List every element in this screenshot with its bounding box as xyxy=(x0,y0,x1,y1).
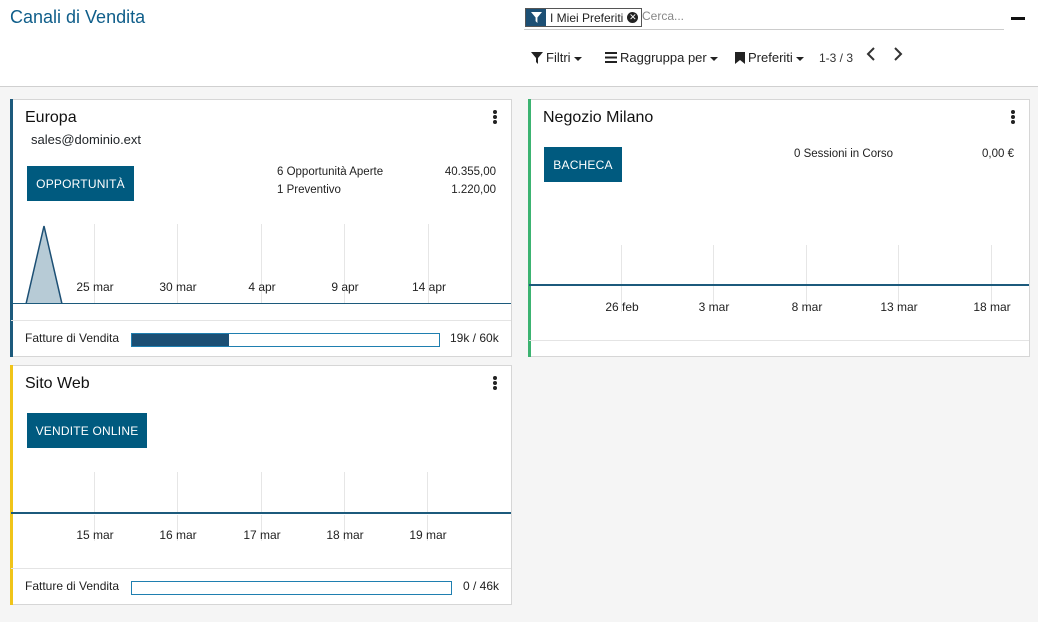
card-negozio-milano: Negozio Milano BACHECA 0 Sessioni in Cor… xyxy=(528,99,1030,357)
card-footer: Fatture di Vendita 19k / 60k xyxy=(11,320,511,357)
filter-icon xyxy=(531,51,543,64)
card-title[interactable]: Sito Web xyxy=(25,375,90,393)
chevron-left-icon xyxy=(866,47,875,61)
graph-baseline xyxy=(11,512,511,514)
caret-down-icon xyxy=(573,56,582,61)
search-facet[interactable]: I Miei Preferiti ✕ xyxy=(525,8,643,27)
sessions-amount: 0,00 € xyxy=(982,148,1014,160)
search-input[interactable] xyxy=(642,9,992,23)
x-tick: 15 mar xyxy=(76,528,114,542)
x-tick: 9 apr xyxy=(331,280,359,294)
x-tick: 19 mar xyxy=(409,528,447,542)
card-menu-icon[interactable] xyxy=(493,376,497,390)
filters-dropdown[interactable]: Filtri xyxy=(531,50,582,65)
open-opportunities-value: 40.355,00 xyxy=(444,166,496,178)
filters-label: Filtri xyxy=(546,50,571,65)
invoices-label[interactable]: Fatture di Vendita xyxy=(25,579,119,593)
invoices-progress-value: 0 / 46k xyxy=(463,579,500,593)
x-tick: 13 mar xyxy=(880,300,918,314)
favorites-dropdown[interactable]: Preferiti xyxy=(735,50,804,65)
page-title: Canali di Vendita xyxy=(10,7,146,27)
online-sales-button[interactable]: VENDITE ONLINE xyxy=(27,413,147,448)
card-footer xyxy=(529,340,1029,357)
x-tick: 18 mar xyxy=(973,300,1011,314)
invoices-progress-bar xyxy=(131,581,452,595)
card-title[interactable]: Europa xyxy=(25,109,77,127)
card-footer: Fatture di Vendita 0 / 46k xyxy=(11,568,511,605)
x-tick: 30 mar xyxy=(159,280,197,294)
card-europa: Europa sales@dominio.ext OPPORTUNITÀ 6 O… xyxy=(10,99,512,357)
favorites-label: Preferiti xyxy=(748,50,793,65)
caret-down-icon xyxy=(709,56,718,61)
opportunities-button[interactable]: OPPORTUNITÀ xyxy=(27,166,134,201)
card-title[interactable]: Negozio Milano xyxy=(543,109,653,127)
card-graph[interactable] xyxy=(529,245,1029,287)
groupby-dropdown[interactable]: Raggruppa per xyxy=(605,50,718,65)
bookmark-icon xyxy=(735,51,745,64)
caret-down-icon xyxy=(795,56,804,61)
bars-icon xyxy=(605,52,617,63)
card-graph[interactable] xyxy=(11,472,511,514)
x-tick: 18 mar xyxy=(326,528,364,542)
invoices-progress-bar xyxy=(131,333,440,347)
pager-value[interactable]: 1-3 / 3 xyxy=(819,51,853,65)
quotations-value: 1.220,00 xyxy=(451,184,496,196)
x-tick: 3 mar xyxy=(698,300,730,314)
sessions-label: 0 Sessioni in Corso xyxy=(794,148,894,160)
card-sito-web: Sito Web VENDITE ONLINE 15 mar 16 mar 17… xyxy=(10,365,512,605)
search-bar: I Miei Preferiti ✕ xyxy=(524,6,1004,30)
chevron-right-icon xyxy=(894,47,903,61)
next-page-button[interactable] xyxy=(893,47,903,66)
invoices-label[interactable]: Fatture di Vendita xyxy=(25,331,119,345)
invoices-progress-fill xyxy=(132,334,230,346)
control-panel: Canali di Vendita I Miei Preferiti ✕ Fil… xyxy=(0,0,1038,87)
card-menu-icon[interactable] xyxy=(493,110,497,124)
graph-lower-grid xyxy=(529,287,1029,312)
card-email: sales@dominio.ext xyxy=(31,132,142,147)
x-tick: 4 apr xyxy=(248,280,276,294)
facet-label: I Miei Preferiti xyxy=(550,10,624,25)
x-tick: 26 feb xyxy=(605,300,639,314)
graph-baseline xyxy=(11,303,511,304)
invoices-progress-value: 19k / 60k xyxy=(450,331,499,345)
graph-baseline xyxy=(529,284,1029,286)
card-menu-icon[interactable] xyxy=(1011,110,1015,124)
previous-page-button[interactable] xyxy=(866,47,876,66)
dashboard-button[interactable]: BACHECA xyxy=(544,147,622,182)
collapse-icon[interactable] xyxy=(1011,17,1025,20)
x-tick: 8 mar xyxy=(791,300,823,314)
open-opportunities-link[interactable]: 6 Opportunità Aperte xyxy=(277,166,383,178)
x-tick: 14 apr xyxy=(411,280,447,294)
groupby-label: Raggruppa per xyxy=(620,50,707,65)
remove-facet-icon[interactable]: ✕ xyxy=(627,12,639,23)
card-accent xyxy=(528,99,531,357)
filter-icon xyxy=(526,9,546,26)
x-tick: 17 mar xyxy=(243,528,281,542)
quotations-link[interactable]: 1 Preventivo xyxy=(277,184,341,196)
x-tick: 16 mar xyxy=(159,528,197,542)
x-tick: 25 mar xyxy=(76,280,114,294)
